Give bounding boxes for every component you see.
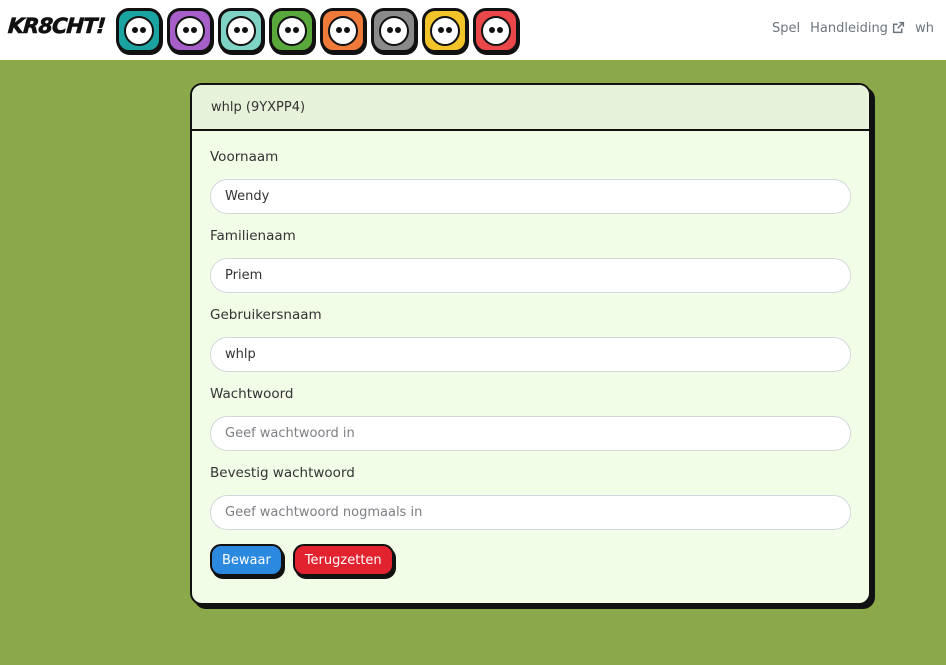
avatar-teal-icon bbox=[124, 15, 154, 46]
password-input[interactable] bbox=[210, 416, 851, 451]
confirm-password-label: Bevestig wachtwoord bbox=[210, 465, 355, 481]
avatar-grey-icon bbox=[379, 15, 409, 46]
profile-card: whlp (9YXPP4) Voornaam Familienaam Gebru… bbox=[190, 83, 871, 605]
card-header: whlp (9YXPP4) bbox=[192, 85, 869, 131]
nav-link-manual[interactable]: Handleiding bbox=[810, 21, 905, 36]
username-label: Gebruikersnaam bbox=[210, 307, 322, 323]
nav-links: Spel Handleiding wh bbox=[772, 21, 934, 36]
avatar-mint[interactable] bbox=[218, 8, 264, 53]
nav-link-game[interactable]: Spel bbox=[772, 21, 800, 36]
avatar-mint-icon bbox=[226, 15, 256, 46]
reset-button[interactable]: Terugzetten bbox=[292, 544, 394, 576]
external-link-icon bbox=[892, 21, 905, 36]
avatar-purple-icon bbox=[175, 15, 205, 46]
username-input[interactable] bbox=[210, 337, 851, 372]
kracht-logo[interactable]: KR8CHT! bbox=[7, 14, 106, 39]
password-label: Wachtwoord bbox=[210, 386, 294, 402]
first-name-input[interactable] bbox=[210, 179, 851, 214]
main-area: whlp (9YXPP4) Voornaam Familienaam Gebru… bbox=[0, 60, 946, 665]
last-name-input[interactable] bbox=[210, 258, 851, 293]
avatar-yellow-icon bbox=[430, 15, 460, 46]
avatar-red-icon bbox=[481, 15, 511, 46]
form-actions: Bewaar Terugzetten bbox=[210, 544, 850, 576]
avatar-bar bbox=[116, 8, 519, 53]
confirm-password-group: Bevestig wachtwoord bbox=[210, 465, 851, 530]
avatar-green[interactable] bbox=[269, 8, 315, 53]
confirm-password-input[interactable] bbox=[210, 495, 851, 530]
last-name-label: Familienaam bbox=[210, 228, 296, 244]
avatar-green-icon bbox=[277, 15, 307, 46]
nav-link-manual-label: Handleiding bbox=[810, 21, 888, 36]
last-name-group: Familienaam bbox=[210, 228, 851, 293]
avatar-grey[interactable] bbox=[371, 8, 417, 53]
avatar-orange-icon bbox=[328, 15, 358, 46]
profile-form: Voornaam Familienaam Gebruikersnaam Wach… bbox=[192, 131, 869, 576]
avatar-purple[interactable] bbox=[167, 8, 213, 53]
password-group: Wachtwoord bbox=[210, 386, 851, 451]
first-name-group: Voornaam bbox=[210, 149, 851, 214]
first-name-label: Voornaam bbox=[210, 149, 279, 165]
avatar-teal[interactable] bbox=[116, 8, 162, 53]
user-menu[interactable]: wh bbox=[915, 21, 934, 36]
save-button[interactable]: Bewaar bbox=[210, 544, 283, 576]
top-navbar: KR8CHT! Spel Handleiding wh bbox=[0, 0, 946, 60]
avatar-orange[interactable] bbox=[320, 8, 366, 53]
avatar-red[interactable] bbox=[473, 8, 519, 53]
avatar-yellow[interactable] bbox=[422, 8, 468, 53]
username-group: Gebruikersnaam bbox=[210, 307, 851, 372]
